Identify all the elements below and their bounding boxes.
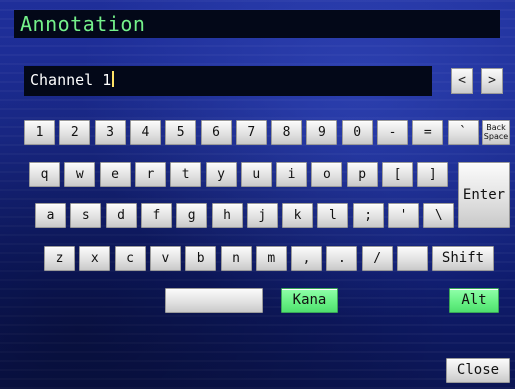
chevron-left-icon: <	[458, 73, 466, 88]
key-11-row1[interactable]: =	[412, 120, 444, 145]
key-0-row1[interactable]: 1	[24, 120, 55, 145]
background	[0, 0, 515, 389]
annotation-input[interactable]: Channel 1	[24, 66, 432, 96]
kana-key[interactable]: Kana	[281, 288, 338, 313]
key-9-row1[interactable]: 0	[341, 120, 373, 145]
chevron-right-icon: >	[488, 73, 496, 88]
enter-key[interactable]: Enter	[458, 162, 510, 228]
key-5-row2[interactable]: y	[205, 162, 237, 187]
key-1-row4[interactable]: x	[79, 246, 111, 271]
key-10-row4[interactable]	[397, 246, 428, 271]
key-0-row2[interactable]: q	[29, 162, 60, 187]
key-8-row1[interactable]: 9	[306, 120, 338, 145]
key-12-row1[interactable]: `	[447, 120, 479, 145]
key-3-row2[interactable]: r	[134, 162, 166, 187]
key-5-row3[interactable]: h	[211, 203, 243, 228]
key-4-row2[interactable]: t	[170, 162, 202, 187]
key-5-row4[interactable]: n	[220, 246, 252, 271]
key-3-row1[interactable]: 4	[129, 120, 161, 145]
key-3-row3[interactable]: f	[140, 203, 172, 228]
key-8-row4[interactable]: .	[326, 246, 358, 271]
key-6-row2[interactable]: u	[240, 162, 272, 187]
key-6-row3[interactable]: j	[246, 203, 278, 228]
key-2-row3[interactable]: d	[105, 203, 137, 228]
key-11-row3[interactable]: \	[423, 203, 455, 228]
key-9-row4[interactable]: /	[361, 246, 393, 271]
key-2-row2[interactable]: e	[99, 162, 131, 187]
key-0-row4[interactable]: z	[44, 246, 75, 271]
key-4-row3[interactable]: g	[176, 203, 208, 228]
cursor-right-button[interactable]: >	[481, 68, 503, 94]
annotation-input-value: Channel 1	[30, 71, 115, 89]
cursor-left-button[interactable]: <	[451, 68, 473, 94]
title-bar: Annotation	[14, 10, 500, 38]
key-10-row1[interactable]: -	[377, 120, 408, 145]
key-1-row3[interactable]: s	[70, 203, 102, 228]
shift-key[interactable]: Shift	[432, 246, 494, 271]
key-2-row4[interactable]: c	[114, 246, 146, 271]
key-10-row3[interactable]: '	[388, 203, 419, 228]
key-7-row2[interactable]: i	[276, 162, 308, 187]
key-9-row2[interactable]: p	[346, 162, 378, 187]
key-2-row1[interactable]: 3	[94, 120, 126, 145]
key-1-row2[interactable]: w	[64, 162, 96, 187]
key-4-row1[interactable]: 5	[165, 120, 197, 145]
page-title: Annotation	[20, 12, 146, 36]
key-9-row3[interactable]: ;	[352, 203, 384, 228]
key-3-row4[interactable]: v	[149, 246, 181, 271]
backspace-key-label: Space	[483, 132, 509, 141]
key-10-row2[interactable]: [	[382, 162, 413, 187]
close-button[interactable]: Close	[446, 358, 510, 383]
key-11-row2[interactable]: ]	[417, 162, 449, 187]
key-1-row1[interactable]: 2	[59, 120, 91, 145]
text-caret	[112, 71, 115, 87]
key-4-row4[interactable]: b	[185, 246, 217, 271]
space-key[interactable]	[165, 288, 263, 313]
key-6-row4[interactable]: m	[255, 246, 287, 271]
key-5-row1[interactable]: 6	[200, 120, 232, 145]
backspace-key-label: Back	[486, 123, 506, 132]
key-8-row3[interactable]: l	[317, 203, 349, 228]
key-0-row3[interactable]: a	[35, 203, 66, 228]
alt-key[interactable]: Alt	[449, 288, 499, 313]
key-6-row1[interactable]: 7	[235, 120, 267, 145]
key-7-row1[interactable]: 8	[271, 120, 303, 145]
backspace-key[interactable]: Back Space	[482, 120, 510, 145]
key-7-row3[interactable]: k	[282, 203, 314, 228]
key-7-row4[interactable]: ,	[291, 246, 323, 271]
key-8-row2[interactable]: o	[311, 162, 343, 187]
